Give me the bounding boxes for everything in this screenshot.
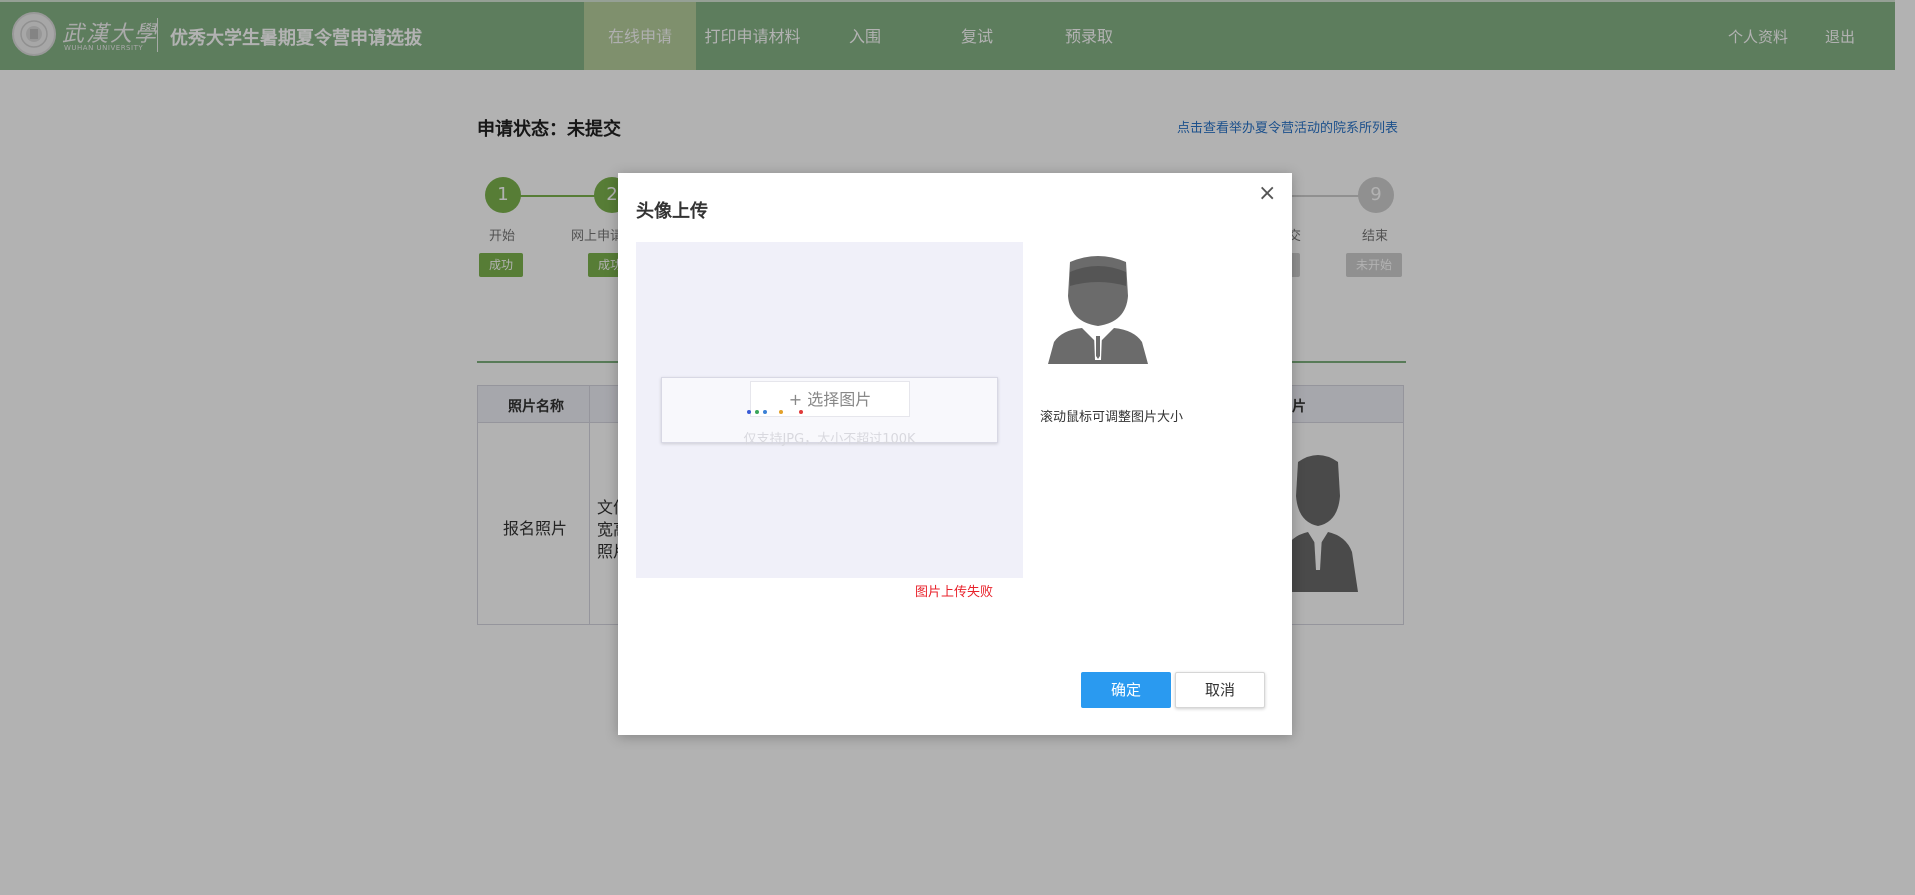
upload-error-message: 图片上传失败 <box>915 585 994 600</box>
image-crop-area[interactable]: + 选择图片 仅支持JPG，大小不超过100K <box>636 242 1023 578</box>
avatar-preview-icon <box>1048 256 1148 364</box>
resize-hint: 滚动鼠标可调整图片大小 <box>1040 410 1184 425</box>
close-icon[interactable]: × <box>1258 183 1276 205</box>
select-image-button[interactable]: + 选择图片 <box>750 381 910 417</box>
file-picker-box: + 选择图片 仅支持JPG，大小不超过100K <box>661 377 998 447</box>
file-type-hint: 仅支持JPG，大小不超过100K <box>743 432 916 447</box>
avatar-upload-dialog: 头像上传 × + 选择图片 仅支持JPG，大小不超过100K 图片上传失败 滚动… <box>618 173 1292 735</box>
dialog-title: 头像上传 <box>636 201 708 222</box>
cancel-button[interactable]: 取消 <box>1175 672 1265 708</box>
confirm-button[interactable]: 确定 <box>1081 672 1171 708</box>
